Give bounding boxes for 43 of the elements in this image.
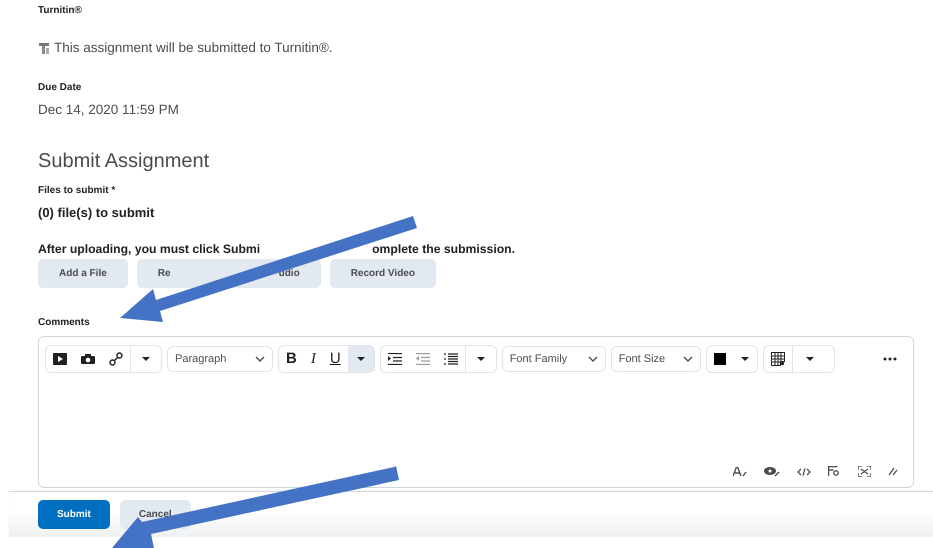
outdent-icon[interactable]: [416, 353, 430, 366]
format-button[interactable]: B: [279, 346, 304, 372]
chevron-icon: [588, 356, 598, 362]
upload-button[interactable]: Add a File: [38, 259, 128, 288]
caret-icon[interactable]: [740, 356, 750, 362]
dropdown-select[interactable]: Paragraph: [167, 346, 273, 372]
more-icon[interactable]: [883, 357, 897, 362]
section-label: Turnitin®: [38, 4, 83, 18]
format-button[interactable]: U: [322, 346, 348, 372]
format-button[interactable]: I: [304, 346, 323, 372]
upload-button[interactable]: Record Video: [330, 259, 436, 288]
chevron-icon: [255, 356, 265, 362]
chevron-icon: [682, 356, 693, 362]
due-date-text: Dec 14, 2020 11:59 PM: [38, 101, 180, 120]
caret-icon[interactable]: [356, 356, 366, 362]
field-label: Files to submit *: [38, 184, 116, 198]
eye-icon[interactable]: [764, 466, 780, 477]
section-label: Due Date: [38, 81, 82, 96]
submit-button[interactable]: Submit: [38, 500, 110, 529]
instruction-text: After uploading, you must click Submi: [38, 241, 260, 258]
dropdown-select[interactable]: Font Family: [502, 346, 606, 372]
turnitin-icon: [38, 42, 50, 54]
list-icon[interactable]: [444, 353, 458, 366]
file-count-text: (0) file(s) to submit: [38, 204, 156, 222]
field-label: Comments: [38, 316, 91, 330]
color-swatch-icon[interactable]: [714, 353, 726, 366]
caret-icon[interactable]: [804, 356, 815, 362]
instruction-text: omplete the submission.: [372, 241, 515, 258]
caret-icon[interactable]: [141, 356, 151, 362]
table-icon[interactable]: [770, 352, 785, 366]
caret-icon[interactable]: [476, 356, 486, 362]
code-icon[interactable]: [797, 468, 811, 476]
video-icon[interactable]: [53, 353, 67, 366]
spellcheck-icon[interactable]: [733, 466, 747, 477]
find-icon[interactable]: [828, 466, 841, 478]
notice-text: This assignment will be submitted to Turnitin®.: [54, 39, 333, 57]
camera-icon[interactable]: [81, 353, 95, 366]
indent-icon[interactable]: [388, 353, 402, 366]
section-heading: Submit Assignment: [38, 148, 210, 172]
dropdown-select[interactable]: Font Size: [610, 346, 701, 372]
fullscreen-icon[interactable]: [858, 466, 871, 478]
link-icon[interactable]: [109, 352, 123, 366]
resize-handle-icon[interactable]: [888, 467, 898, 476]
